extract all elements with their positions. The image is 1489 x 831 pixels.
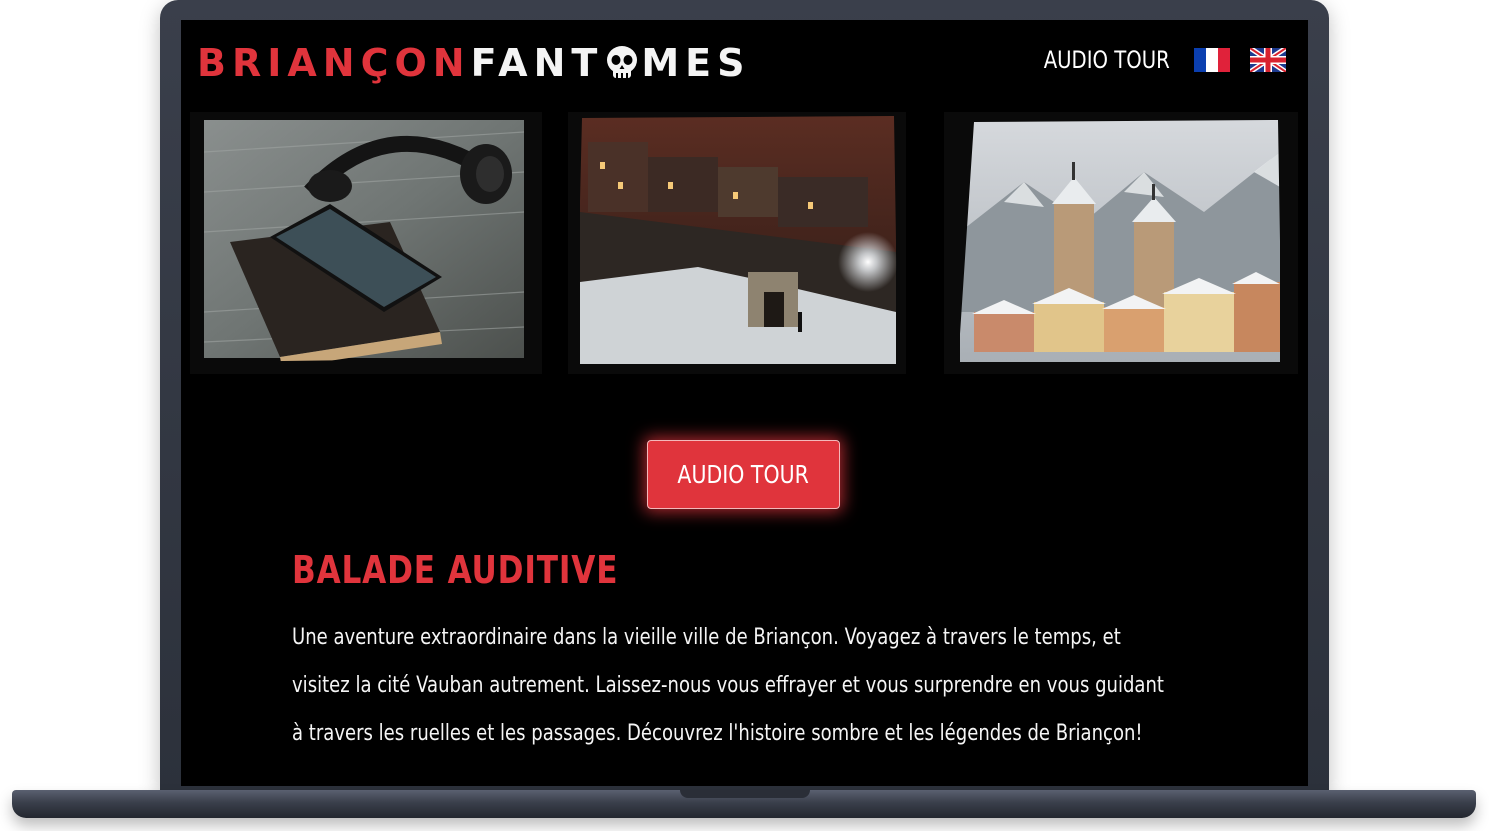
audio-tour-button-label: AUDIO TOUR xyxy=(677,460,810,489)
top-nav: AUDIO TOUR xyxy=(1016,46,1286,74)
logo-text-fant: FANT xyxy=(470,41,604,85)
laptop-notch xyxy=(680,790,810,798)
night-snow-street-photo xyxy=(568,112,906,374)
snowy-town-church-photo xyxy=(944,112,1298,374)
uk-flag-icon[interactable] xyxy=(1250,48,1286,72)
logo-text-brianon: BRIANÇON xyxy=(197,41,471,85)
website-screen: BRIANÇON FANT MES AUDIO TOUR AUDIO TOUR … xyxy=(181,20,1308,786)
section-title: BALADE AUDITIVE xyxy=(292,548,619,592)
audio-tour-button[interactable]: AUDIO TOUR xyxy=(647,440,840,509)
skull-icon xyxy=(607,46,638,78)
site-logo[interactable]: BRIANÇON FANT MES xyxy=(197,38,750,88)
fr-flag-icon[interactable] xyxy=(1194,48,1230,72)
logo-text-mes: MES xyxy=(641,41,751,85)
section-description: Une aventure extraordinaire dans la viei… xyxy=(292,625,1164,746)
headphones-phone-book-photo xyxy=(190,112,542,374)
nav-audio-tour-link[interactable]: AUDIO TOUR xyxy=(1044,46,1170,74)
